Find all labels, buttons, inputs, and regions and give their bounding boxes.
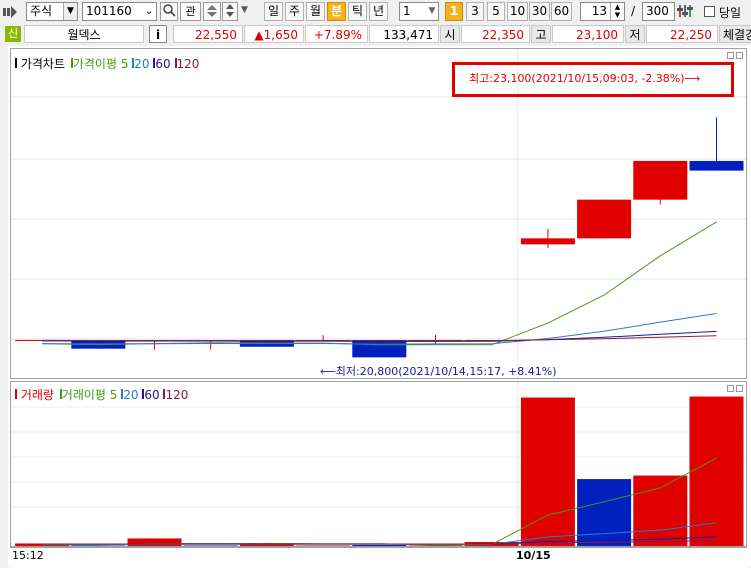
dropdown-arrow-icon[interactable]: ⌄ — [142, 3, 156, 20]
trade-volume: 133,471 — [369, 25, 439, 43]
exec-strength-label: 체결강 — [719, 25, 751, 43]
price-chart-svg[interactable] — [11, 49, 746, 378]
high-annotation: 최고:23,100(2021/10/15,09:03, -2.38%)⟶ — [469, 72, 701, 85]
volume-bar — [71, 545, 126, 546]
chevron-down-icon[interactable]: ▼ — [63, 3, 77, 20]
candle-body — [577, 199, 632, 239]
quote-row: 신 월덱스 i 22,550 ▲1,650 +7.89% 133,471 시 2… — [0, 24, 751, 44]
updown-spinner-icon[interactable] — [222, 2, 238, 21]
change-percent: +7.89% — [305, 25, 368, 43]
credit-badge: 신 — [5, 26, 21, 42]
period-minute-button[interactable]: 분 — [327, 2, 346, 21]
current-price: 22,550 — [173, 25, 243, 43]
market-value: 주식 — [30, 4, 53, 18]
count-stepper[interactable]: 13 ▲ ▼ — [580, 2, 625, 21]
candle-body — [689, 160, 744, 171]
price-change: ▲1,650 — [244, 25, 304, 43]
info-button[interactable]: i — [149, 25, 167, 43]
volume-bar — [352, 544, 407, 546]
slash-label: / — [631, 4, 636, 18]
ma-line-20 — [42, 313, 717, 345]
candle-body — [633, 160, 688, 200]
interval-1-button[interactable]: 1 — [445, 2, 463, 21]
settings-icon[interactable] — [677, 3, 693, 20]
ma-line-60 — [42, 330, 717, 342]
low-price: 22,250 — [646, 25, 718, 43]
unit-value: 1 — [403, 4, 411, 18]
search-icon[interactable] — [160, 2, 178, 21]
x-axis-date-label: 10/15 — [516, 549, 551, 562]
stock-name: 월덱스 — [24, 25, 144, 43]
low-annotation: ⟵최저:20,800(2021/10/14,15:17, +8.41%) — [320, 365, 557, 378]
candle-body — [352, 339, 407, 358]
count-value: 13 — [591, 4, 607, 18]
total-value: 300 — [646, 4, 669, 18]
chevron-down-icon[interactable]: ▼ — [426, 3, 438, 20]
stepper-arrows-icon[interactable]: ▲ ▼ — [610, 3, 624, 20]
interval-30-button[interactable]: 30 — [529, 2, 550, 21]
toolbar: 주식 ▼ 101160 ⌄ 관 ▼ 일 주 월 분 틱 년 1 ▼ 1 3 5 … — [0, 0, 751, 23]
unit-select[interactable]: 1 ▼ — [399, 2, 439, 21]
period-day-button[interactable]: 일 — [264, 2, 283, 21]
market-select[interactable]: 주식 ▼ — [26, 2, 78, 21]
volume-bar — [689, 396, 744, 546]
ma-line-5 — [42, 221, 717, 346]
open-price: 22,350 — [461, 25, 530, 43]
total-count-input[interactable]: 300 — [642, 2, 675, 21]
today-label: 당일 — [719, 6, 742, 20]
volume-bar — [183, 545, 238, 546]
volume-bar — [520, 397, 575, 546]
interval-60-button[interactable]: 60 — [551, 2, 572, 21]
interval-5-button[interactable]: 5 — [487, 2, 505, 21]
high-price: 23,100 — [552, 25, 624, 43]
volume-panel[interactable]: 거래량 거래이평 5 20 60 120 — [10, 381, 747, 547]
candle-body — [520, 238, 575, 245]
stock-code-value: 101160 — [86, 4, 132, 18]
price-panel[interactable]: 가격차트 가격이평 5 20 60 120 최고:23,100(2021/10/… — [10, 48, 747, 379]
x-axis-left-label: 15:12 — [12, 549, 44, 562]
x-axis: 15:12 10/15 — [10, 547, 747, 568]
sync-icon[interactable] — [203, 2, 221, 21]
interval-10-button[interactable]: 10 — [507, 2, 528, 21]
volume-chart-svg[interactable] — [11, 382, 746, 546]
period-year-button[interactable]: 년 — [369, 2, 388, 21]
high-label: 고 — [531, 25, 551, 43]
volume-bar — [296, 545, 351, 546]
interest-button[interactable]: 관 — [180, 2, 201, 21]
today-checkbox[interactable] — [704, 6, 715, 17]
arrow-in-icon[interactable] — [3, 5, 17, 19]
open-label: 시 — [440, 25, 460, 43]
volume-bar — [127, 538, 182, 546]
interval-3-button[interactable]: 3 — [466, 2, 484, 21]
low-label: 저 — [625, 25, 645, 43]
period-month-button[interactable]: 월 — [306, 2, 325, 21]
volume-bar — [633, 475, 688, 546]
spinner-menu-icon[interactable]: ▼ — [241, 5, 248, 15]
period-week-button[interactable]: 주 — [285, 2, 304, 21]
volume-bar — [577, 479, 632, 546]
period-tick-button[interactable]: 틱 — [348, 2, 367, 21]
stock-code-input[interactable]: 101160 ⌄ — [82, 2, 157, 21]
